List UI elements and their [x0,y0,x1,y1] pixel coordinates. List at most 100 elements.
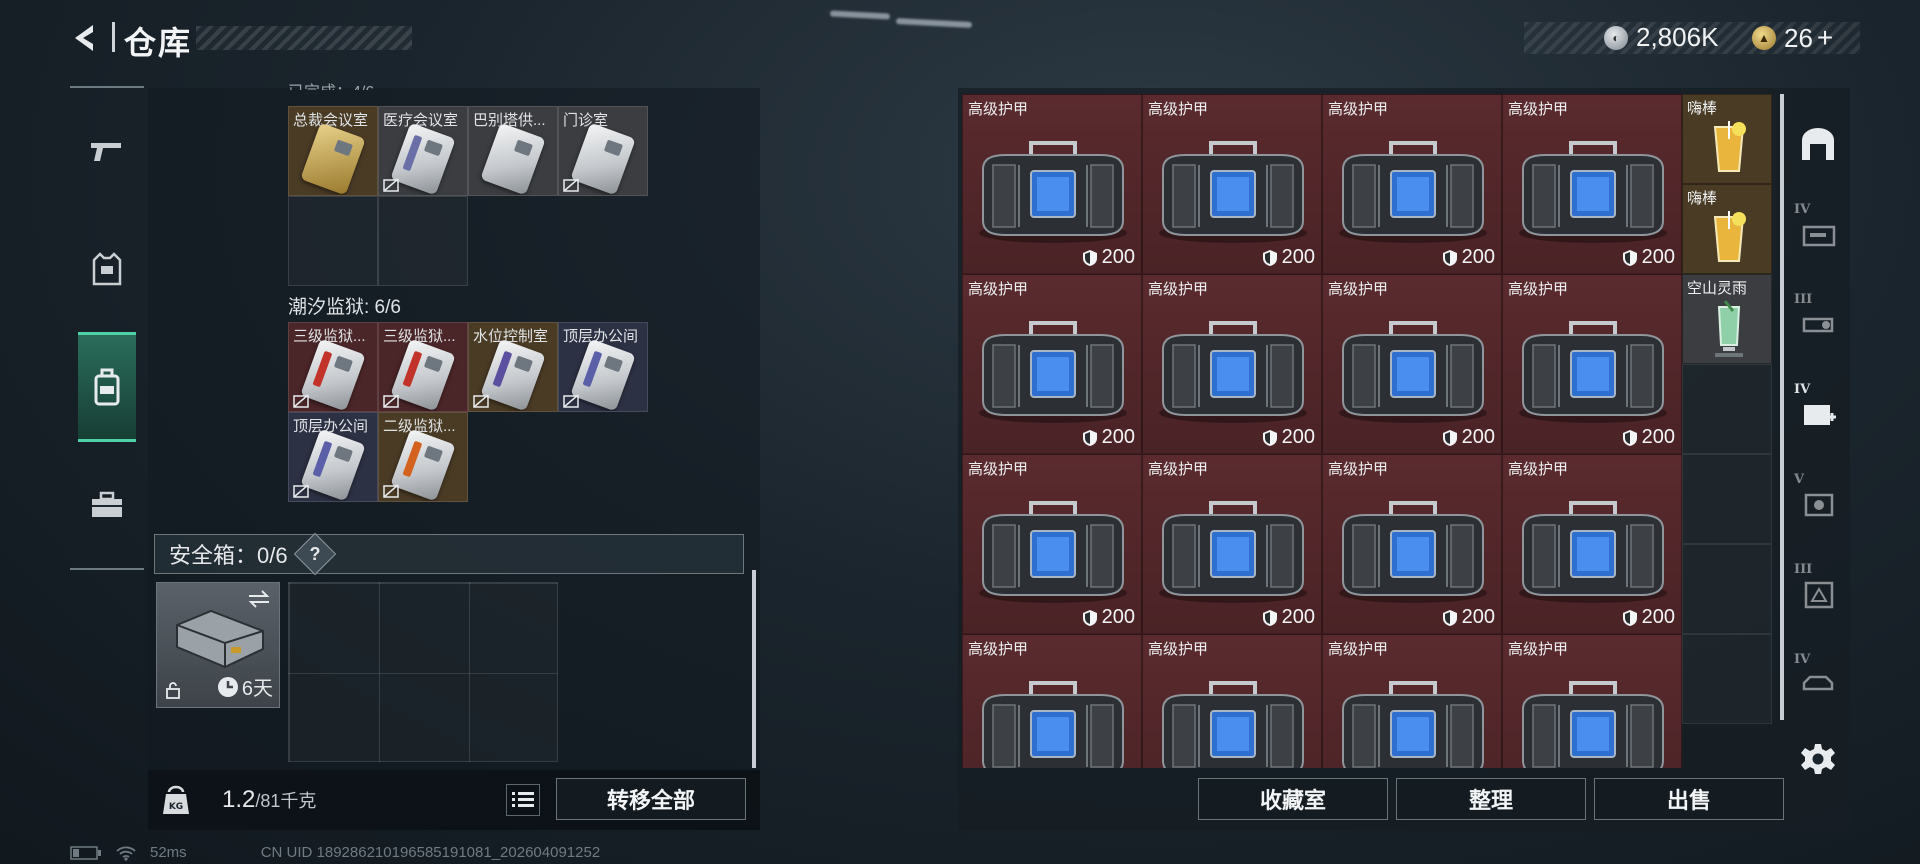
empty-slot[interactable] [378,196,468,286]
armor-item-cell[interactable]: 高级护甲200 [1322,454,1502,634]
safe-case-icon [176,609,264,669]
item-name: 高级护甲 [1328,641,1389,658]
category-gear-icon [1804,493,1834,517]
item-name: 高级护甲 [1148,641,1209,658]
back-button[interactable] [66,18,106,58]
item-name: 高级护甲 [968,281,1029,298]
item-name: 高级护甲 [1508,461,1569,478]
keycard-slot[interactable]: 三级监狱... [378,322,468,412]
armor-bag-icon [979,141,1127,243]
durability-value: 200 [1101,246,1135,268]
no-loot-icon [473,394,489,408]
warehouse-tabs: IV III IV V III IV [1790,94,1846,784]
armor-item-cell[interactable]: 高级护甲200 [1142,274,1322,454]
clock-icon [217,676,238,697]
back-arrow-icon [75,25,93,51]
armor-item-cell[interactable]: 高级护甲200 [1502,454,1682,634]
item-name: 高级护甲 [968,461,1029,478]
durability-value: 200 [1281,606,1315,628]
empty-slot[interactable] [1682,634,1772,724]
item-name: 空山灵雨 [1687,280,1748,297]
tab-level-iv-2[interactable]: IV [1790,374,1846,454]
warehouse-scrollbar[interactable] [1780,94,1784,720]
armor-item-cell[interactable]: 高级护甲200 [1142,634,1322,768]
tab-level-iii-1[interactable]: III [1790,284,1846,364]
durability-value: 200 [1461,426,1495,448]
keycard-icon [480,122,546,195]
durability-icon [1082,429,1097,446]
drink-icon [1715,300,1743,357]
durability-icon [1622,249,1637,266]
armor-item-cell[interactable]: 高级护甲200 [1502,274,1682,454]
nav-armor[interactable] [70,214,144,324]
wifi-icon [116,846,136,861]
armor-item-cell[interactable]: 高级护甲200 [1142,94,1322,274]
tab-level-iv-1[interactable]: IV [1790,194,1846,274]
transfer-all-button[interactable]: 转移全部 [556,778,746,820]
nav-toolbox[interactable] [70,450,144,560]
durability-icon [1262,249,1277,266]
keycard-slot[interactable]: 三级监狱... [288,322,378,412]
durability-icon [1622,609,1637,626]
tab-all[interactable] [1790,104,1846,184]
tab-level-iii-2[interactable]: III [1790,554,1846,634]
keycard-slot[interactable]: 巴别塔供... [468,106,558,196]
armor-item-cell[interactable]: 高级护甲200 [1322,274,1502,454]
keycard-slot[interactable]: 门诊室 [558,106,648,196]
armor-item-cell[interactable]: 高级护甲 200 [962,454,1142,634]
tab-level-label: IV [1794,382,1811,397]
tab-level-v[interactable]: V [1790,464,1846,544]
settings-button[interactable] [1790,734,1846,784]
keycard-slot[interactable]: 医疗会议室 [378,106,468,196]
organize-button[interactable]: 整理 [1396,778,1586,820]
armor-item-cell[interactable]: 高级护甲200 [962,94,1142,274]
item-durability: 200 [1082,606,1135,629]
empty-slot[interactable] [1682,544,1772,634]
armor-bag-icon [1162,681,1304,768]
armor-bag-icon [1519,141,1667,243]
armor-item-cell[interactable]: 高级护甲200 [962,634,1142,768]
keycard-slot[interactable]: 顶层办公间 [288,412,378,502]
weight-readout: 1.2/81千克 [222,786,316,814]
armor-item-cell[interactable]: 高级护甲200 [1322,94,1502,274]
list-view-button[interactable] [506,784,540,816]
item-durability: 200 [1262,246,1315,269]
durability-icon [1442,429,1457,446]
collection-room-button[interactable]: 收藏室 [1198,778,1388,820]
gold-currency[interactable]: ▲ 26 + [1752,22,1833,54]
consumable-item-cell[interactable]: 嗨棒 [1682,94,1772,184]
gold-amount: 26 [1784,22,1813,53]
keycard-icon [390,428,456,501]
add-currency-button[interactable]: + [1817,22,1833,54]
help-icon: ? [309,543,321,564]
help-button[interactable]: ? [293,532,336,576]
durability-value: 200 [1281,426,1315,448]
top-bar: 仓库 ◐ 2,806K ▲ 26 + [0,0,1920,78]
nav-backpack[interactable] [78,332,136,442]
keycard-slot[interactable]: 总裁会议室 [288,106,378,196]
safe-box-item[interactable]: 6天 [156,582,280,708]
armor-item-cell[interactable]: 高级护甲200 [1502,94,1682,274]
consumable-item-cell[interactable]: 空山灵雨 [1682,274,1772,364]
safe-box-grid[interactable] [288,582,558,762]
no-loot-icon [293,484,309,498]
keycard-slot[interactable]: 二级监狱... [378,412,468,502]
left-scrollbar[interactable] [752,570,756,768]
category-medical-icon [1804,405,1836,425]
keycard-icon [480,338,546,411]
empty-slot[interactable] [1682,454,1772,544]
empty-slot[interactable] [288,196,378,286]
armor-item-cell[interactable]: 高级护甲200 [1142,454,1322,634]
armor-vest-icon [92,252,122,286]
armor-item-cell[interactable]: 高级护甲200 [962,274,1142,454]
durability-value: 200 [1461,246,1495,268]
tab-level-iv-3[interactable]: IV [1790,644,1846,724]
consumable-item-cell[interactable]: 嗨棒 [1682,184,1772,274]
keycard-slot[interactable]: 水位控制室 [468,322,558,412]
sell-button[interactable]: 出售 [1594,778,1784,820]
keycard-slot[interactable]: 顶层办公间 [558,322,648,412]
armor-item-cell[interactable]: 高级护甲200 [1322,634,1502,768]
armor-item-cell[interactable]: 高级护甲200 [1502,634,1682,768]
empty-slot[interactable] [1682,364,1772,454]
nav-weapons[interactable] [70,96,144,206]
